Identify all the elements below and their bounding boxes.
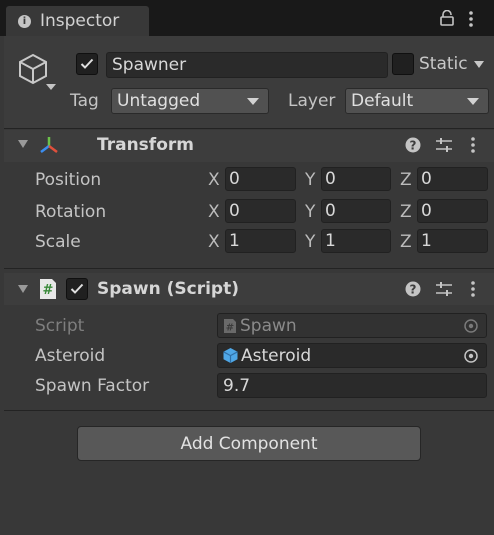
spawn-script-header[interactable]: # Spawn (Script) ? [4,273,494,305]
tab-inspector-label: Inspector [40,11,120,31]
axis-y-label[interactable]: Y [305,202,315,222]
rotation-y-field[interactable]: 0 [321,199,391,223]
static-checkbox[interactable] [392,53,414,75]
component-divider [4,410,494,411]
asteroid-label: Asteroid [35,346,106,366]
add-component-button[interactable]: Add Component [77,426,421,461]
static-dropdown-caret-icon[interactable] [474,61,484,68]
script-icon: # [40,279,56,299]
tab-inspector[interactable]: i Inspector [6,6,149,36]
object-picker-icon [464,319,478,333]
gameobject-header: Spawner Static Tag Untagged Layer Defaul… [4,36,494,129]
static-label: Static [419,54,468,74]
tag-dropdown[interactable]: Untagged [111,88,269,114]
svg-text:#: # [43,283,54,298]
presets-icon[interactable] [435,137,453,153]
inspector-panel: Spawner Static Tag Untagged Layer Defaul… [0,36,494,535]
axis-y-label[interactable]: Y [305,232,315,252]
position-y-field[interactable]: 0 [321,167,391,191]
object-picker-icon[interactable] [464,349,478,363]
asteroid-value: Asteroid [241,345,312,366]
active-checkbox[interactable] [76,53,98,75]
component-menu-icon[interactable] [470,280,476,298]
script-label: Script [35,316,85,336]
help-icon[interactable]: ? [405,137,421,153]
rotation-x-field[interactable]: 0 [225,199,296,223]
checkmark-icon [80,58,94,69]
presets-icon[interactable] [435,281,453,297]
layer-value: Default [351,91,414,111]
component-divider [4,268,494,269]
scale-x-field[interactable]: 1 [225,229,296,253]
spawn-script-title: Spawn (Script) [97,279,239,299]
scale-label: Scale [35,232,81,252]
spawn-factor-label: Spawn Factor [35,376,150,396]
info-icon: i [18,14,31,28]
scale-z-field[interactable]: 1 [417,229,488,253]
position-z-field[interactable]: 0 [417,167,488,191]
layer-label: Layer [288,91,336,111]
spawn-factor-field[interactable]: 9.7 [217,373,487,398]
object-name-field[interactable]: Spawner [106,52,388,78]
rotation-z-field[interactable]: 0 [417,199,488,223]
chevron-down-icon [247,98,259,105]
script-object-field: # Spawn [217,313,487,338]
position-x-field[interactable]: 0 [225,167,296,191]
lock-icon[interactable] [440,10,454,26]
svg-text:#: # [226,322,234,333]
transform-header[interactable]: Transform ? [4,130,494,162]
foldout-arrow-icon[interactable] [18,140,28,148]
help-icon[interactable]: ? [405,281,421,297]
spawn-enabled-checkbox[interactable] [66,278,88,300]
tag-label: Tag [70,91,99,111]
chevron-down-icon [467,98,479,105]
axis-x-label[interactable]: X [208,170,220,190]
prefab-cube-icon [223,348,238,363]
icon-picker-caret-icon[interactable] [46,84,56,90]
checkmark-icon [70,283,84,294]
transform-icon [40,137,58,153]
script-file-icon: # [224,318,236,333]
foldout-arrow-icon[interactable] [18,285,28,293]
transform-title: Transform [97,135,194,155]
axis-z-label[interactable]: Z [400,202,412,222]
tab-menu-icon[interactable] [468,10,474,28]
cube-icon[interactable] [17,52,49,86]
rotation-label: Rotation [35,202,107,222]
svg-text:?: ? [410,138,417,152]
svg-text:?: ? [410,282,417,296]
axis-y-label[interactable]: Y [305,170,315,190]
axis-x-label[interactable]: X [208,232,220,252]
scale-y-field[interactable]: 1 [321,229,391,253]
script-value: Spawn [240,315,297,336]
axis-x-label[interactable]: X [208,202,220,222]
component-menu-icon[interactable] [470,136,476,154]
layer-dropdown[interactable]: Default [345,88,489,114]
position-label: Position [35,170,102,190]
asteroid-object-field[interactable]: Asteroid [217,343,487,368]
inspector-tabbar: i Inspector [0,0,494,36]
axis-z-label[interactable]: Z [400,170,412,190]
tag-value: Untagged [117,91,201,111]
axis-z-label[interactable]: Z [400,232,412,252]
